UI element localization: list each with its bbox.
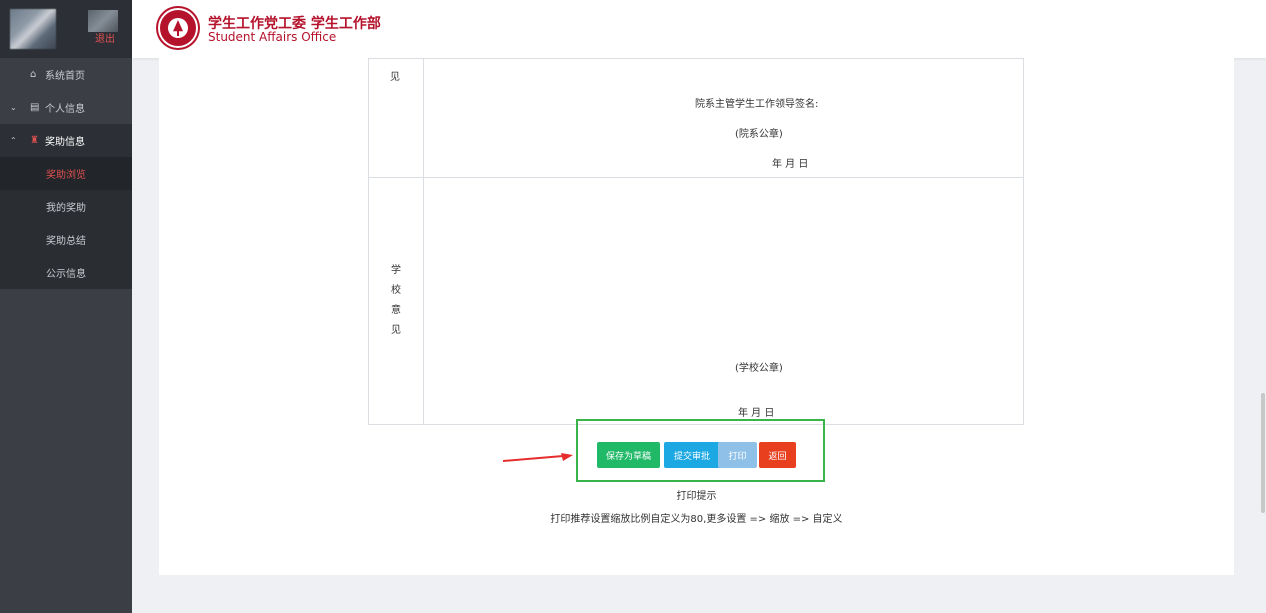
sidebar-item-label: 奖助信息 [45, 137, 85, 148]
sidebar-item-label: 系统首页 [45, 71, 85, 82]
red-arrow-icon [502, 453, 573, 462]
school-opinion-label: 学 校 意 见 [368, 177, 424, 425]
sidebar-item-award-info[interactable]: ⌃ ♜ 奖助信息 [0, 124, 132, 157]
dept-opinion-label: 见 [368, 58, 424, 178]
date-label: 年 月 日 [772, 159, 809, 170]
sidebar-item-my-award[interactable]: 我的奖助 [0, 190, 132, 223]
dept-opinion-row: 见 院系主管学生工作领导签名: (院系公章) 年 月 日 [368, 58, 1024, 178]
save-draft-button[interactable]: 保存为草稿 [597, 442, 660, 468]
page-scrollbar[interactable] [1261, 393, 1265, 513]
school-opinion-cell: (学校公章) 年 月 日 [423, 177, 1024, 425]
approval-form-table: 见 院系主管学生工作领导签名: (院系公章) 年 月 日 学 校 意 见 (学校… [368, 58, 1024, 425]
leader-sign-label: 院系主管学生工作领导签名: [695, 99, 819, 110]
school-opinion-row: 学 校 意 见 (学校公章) 年 月 日 [368, 177, 1024, 425]
header: 学生工作党工委 学生工作部 Student Affairs Office [132, 0, 1266, 58]
user-name-blurred [88, 10, 118, 32]
main-content: 见 院系主管学生工作领导签名: (院系公章) 年 月 日 学 校 意 见 (学校… [159, 58, 1234, 575]
id-card-icon: ▤ [30, 102, 40, 113]
site-subtitle: Student Affairs Office [208, 30, 337, 44]
sidebar-item-public-info[interactable]: 公示信息 [0, 256, 132, 289]
sidebar-item-personal-info[interactable]: ⌄ ▤ 个人信息 [0, 91, 132, 124]
row-label-text: 见 [390, 72, 400, 83]
sidebar-item-award-browse[interactable]: 奖助浏览 [0, 157, 132, 190]
print-button[interactable]: 打印 [718, 442, 757, 468]
dept-opinion-cell: 院系主管学生工作领导签名: (院系公章) 年 月 日 [423, 58, 1024, 178]
label-char: 意 [391, 305, 401, 316]
label-char: 校 [391, 285, 401, 296]
action-button-group: 保存为草稿 提交审批 打印 返回 [576, 419, 825, 482]
award-icon: ♜ [30, 135, 39, 146]
chevron-up-icon: ⌃ [10, 136, 17, 145]
home-icon: ⌂ [30, 69, 37, 80]
logout-link[interactable]: 退出 [95, 30, 115, 45]
sidebar: 退出 ⌂ 系统首页 ⌄ ▤ 个人信息 ⌃ ♜ 奖助信息 奖助浏览 我的奖助 奖助… [0, 0, 132, 613]
back-button[interactable]: 返回 [759, 442, 796, 468]
sidebar-item-award-summary[interactable]: 奖助总结 [0, 223, 132, 256]
label-char: 见 [391, 325, 401, 336]
print-hint-body: 打印推荐设置缩放比例自定义为80,更多设置 => 缩放 => 自定义 [550, 514, 843, 525]
chevron-down-icon: ⌄ [10, 103, 17, 112]
sidebar-item-label: 个人信息 [45, 104, 85, 115]
university-logo-icon [158, 8, 198, 48]
avatar [10, 9, 56, 49]
school-seal-label: (学校公章) [735, 363, 783, 374]
date-label: 年 月 日 [738, 408, 775, 419]
sidebar-item-home[interactable]: ⌂ 系统首页 [0, 58, 132, 91]
submit-approval-button[interactable]: 提交审批 [664, 442, 720, 468]
user-panel: 退出 [0, 0, 132, 58]
print-hint-title: 打印提示 [676, 491, 717, 502]
label-char: 学 [391, 265, 401, 276]
award-submenu: 奖助浏览 我的奖助 奖助总结 公示信息 [0, 157, 132, 289]
dept-seal-label: (院系公章) [735, 129, 783, 140]
